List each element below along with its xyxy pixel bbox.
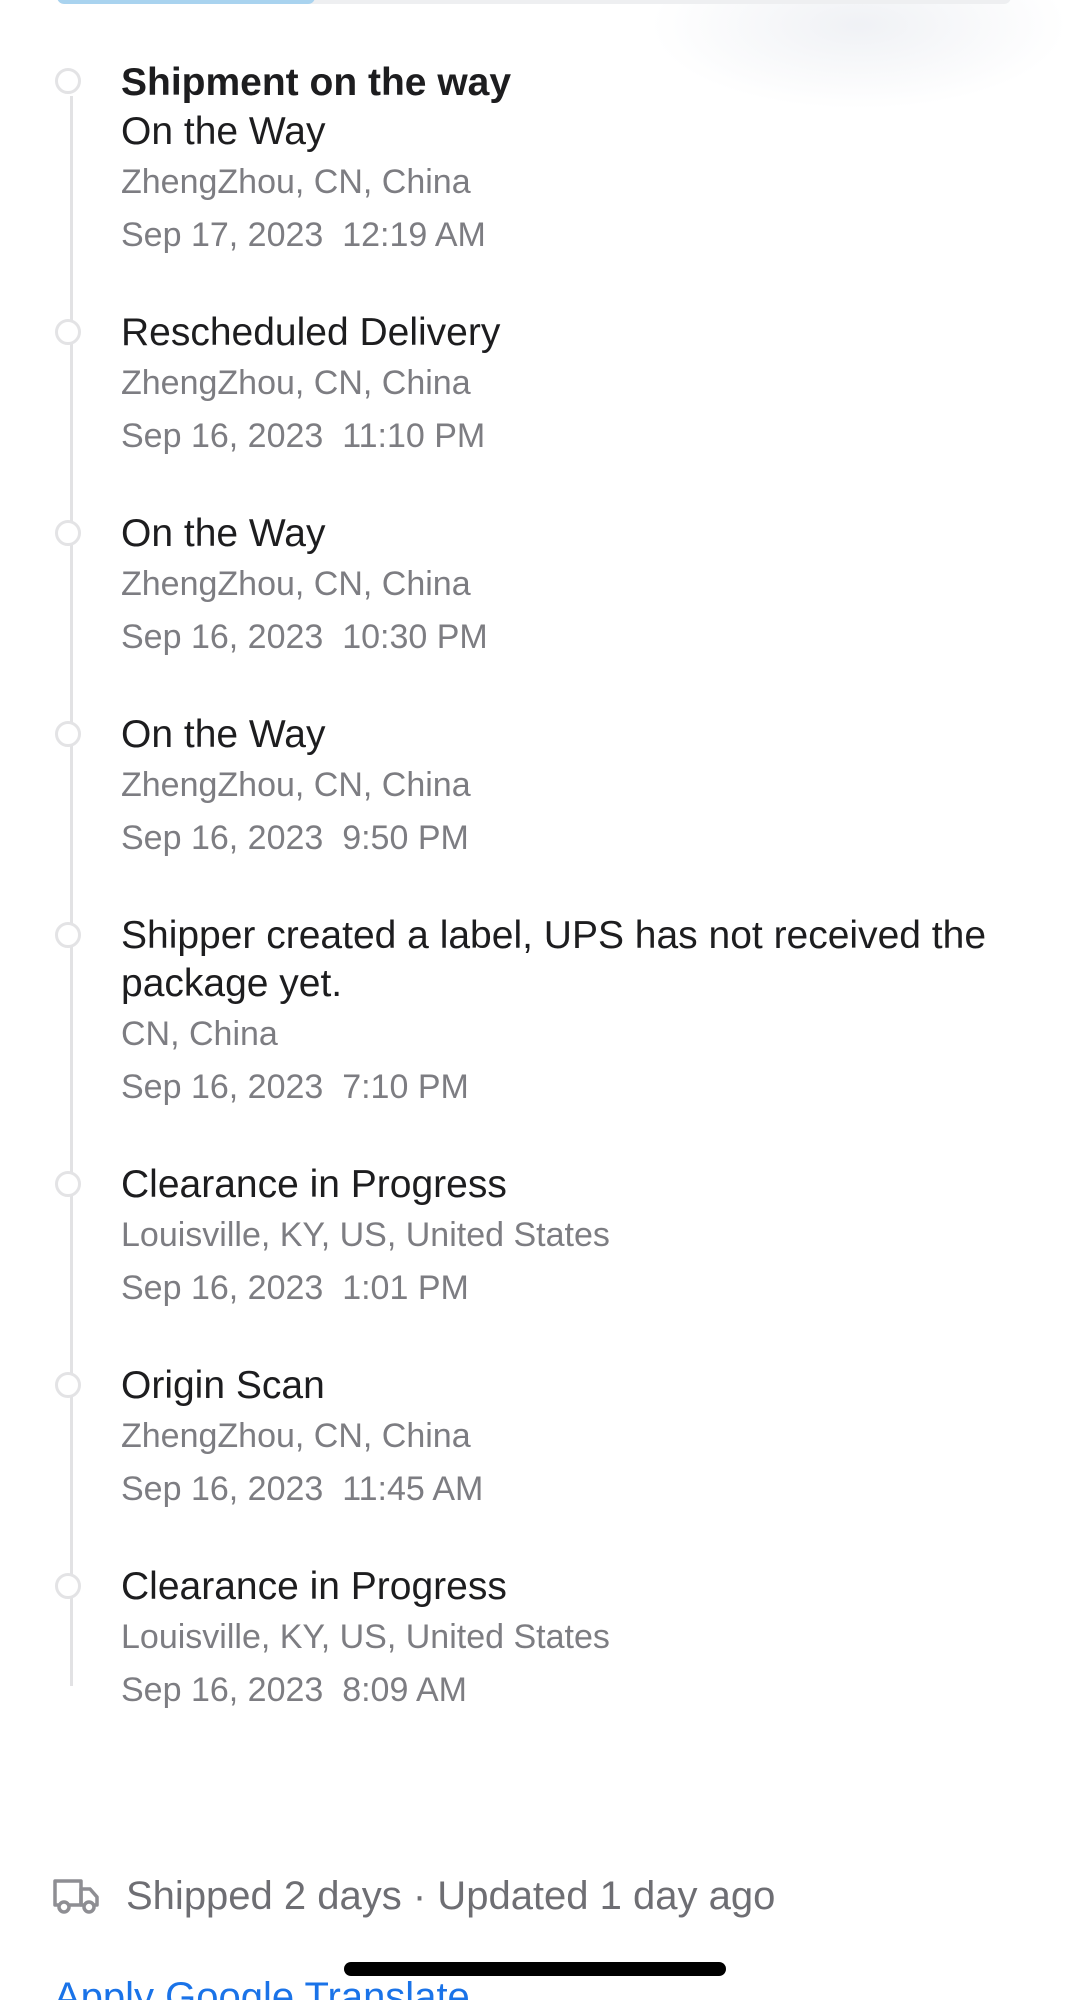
event-status: Clearance in Progress [121,1565,507,1608]
event-datetime: Sep 16, 2023 9:50 PM [121,811,1019,865]
event-time: 9:50 PM [342,819,469,857]
timeline-dot [55,1171,81,1197]
timeline-dot [55,68,81,94]
event-location: Louisville, KY, US, United States [121,1618,610,1656]
shipping-summary-text: Shipped 2 days · Updated 1 day ago [126,1873,776,1918]
event-date: Sep 16, 2023 [121,1068,324,1106]
event-status: On the Way [121,713,326,756]
event-datetime: Sep 16, 2023 11:45 AM [121,1462,1019,1516]
event-datetime: Sep 16, 2023 7:10 PM [121,1060,1019,1114]
event-date: Sep 16, 2023 [121,1671,324,1709]
home-indicator[interactable] [344,1962,726,1976]
event-time: 11:45 AM [342,1470,484,1508]
event-datetime: Sep 17, 2023 12:19 AM [121,208,1019,262]
progress-fill [57,0,315,4]
event-location: ZhengZhou, CN, China [121,1417,471,1455]
event-date: Sep 16, 2023 [121,1470,324,1508]
timeline-dot [55,1573,81,1599]
tracking-event: Shipper created a label, UPS has not rec… [0,912,1069,1114]
event-date: Sep 17, 2023 [121,216,324,254]
event-time: 1:01 PM [342,1269,469,1307]
event-date: Sep 16, 2023 [121,417,324,455]
event-time: 10:30 PM [342,618,488,656]
tracking-events-list: Shipment on the way On the Way ZhengZhou… [0,58,1069,1764]
progress-bar [57,0,1011,4]
event-datetime: Sep 16, 2023 11:10 PM [121,409,1019,463]
event-datetime: Sep 16, 2023 10:30 PM [121,610,1019,664]
event-date: Sep 16, 2023 [121,1269,324,1307]
event-location: ZhengZhou, CN, China [121,364,471,402]
tracking-event: Shipment on the way On the Way ZhengZhou… [0,58,1069,262]
timeline-dot [55,721,81,747]
event-status: Rescheduled Delivery [121,311,501,354]
truck-icon [53,1879,99,1914]
event-datetime: Sep 16, 2023 1:01 PM [121,1261,1019,1315]
timeline-dot [55,1372,81,1398]
event-time: 8:09 AM [342,1671,467,1709]
event-location: CN, China [121,1015,278,1053]
event-time: 7:10 PM [342,1068,469,1106]
event-location: Louisville, KY, US, United States [121,1216,610,1254]
event-status: Shipper created a label, UPS has not rec… [121,914,987,1005]
event-date: Sep 16, 2023 [121,618,324,656]
tracking-event: Clearance in Progress Louisville, KY, US… [0,1563,1069,1717]
tracking-event: On the Way ZhengZhou, CN, China Sep 16, … [0,510,1069,664]
event-status: On the Way [121,110,326,153]
event-date: Sep 16, 2023 [121,819,324,857]
event-headline: Shipment on the way [121,61,512,104]
tracking-event: Clearance in Progress Louisville, KY, US… [0,1161,1069,1315]
tracking-event: Rescheduled Delivery ZhengZhou, CN, Chin… [0,309,1069,463]
event-time: 12:19 AM [342,216,486,254]
event-status: On the Way [121,512,326,555]
event-location: ZhengZhou, CN, China [121,766,471,804]
tracking-event: Origin Scan ZhengZhou, CN, China Sep 16,… [0,1362,1069,1516]
shipping-summary: Shipped 2 days · Updated 1 day ago [52,1868,775,1924]
event-location: ZhengZhou, CN, China [121,565,471,603]
event-time: 11:10 PM [342,417,486,455]
event-datetime: Sep 16, 2023 8:09 AM [121,1663,1019,1717]
timeline-dot [55,922,81,948]
timeline-dot [55,520,81,546]
event-location: ZhengZhou, CN, China [121,163,471,201]
timeline-dot [55,319,81,345]
apply-google-translate-link[interactable]: Apply Google Translate [54,1975,470,2000]
tracking-event: On the Way ZhengZhou, CN, China Sep 16, … [0,711,1069,865]
event-status: Origin Scan [121,1364,325,1407]
event-status: Clearance in Progress [121,1163,507,1206]
tracking-screen: Shipment on the way On the Way ZhengZhou… [0,0,1069,2000]
